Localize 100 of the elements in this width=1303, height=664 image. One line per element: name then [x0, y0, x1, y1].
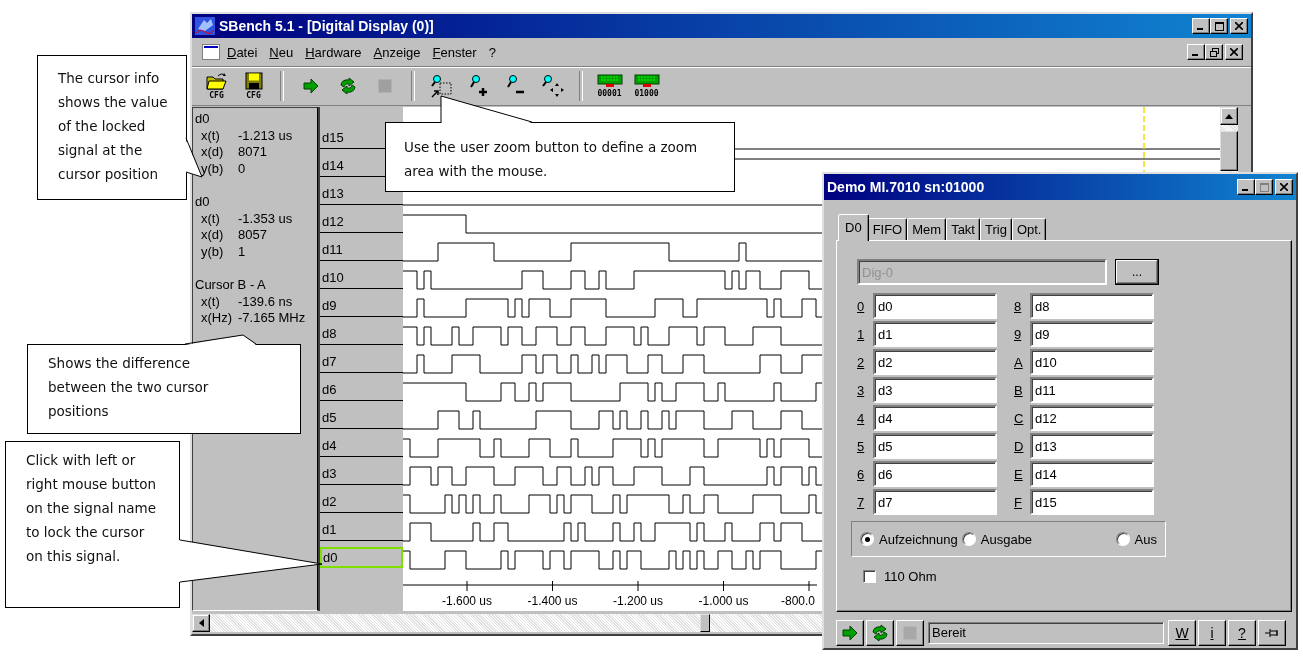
channel-name-field[interactable]: d12	[1030, 405, 1154, 431]
maximize-button[interactable]	[1210, 18, 1228, 34]
radio-button[interactable]	[860, 532, 874, 546]
channel-name-field[interactable]: d2	[873, 349, 997, 375]
channel-name-field[interactable]: d0	[873, 293, 997, 319]
menu-item[interactable]: ?	[483, 44, 501, 60]
radio-button[interactable]	[961, 532, 976, 546]
checkbox[interactable]	[863, 570, 876, 583]
folder-icon	[205, 72, 228, 90]
status-field: Bereit	[928, 622, 1164, 644]
callout-tooltip: Click with left or right mouse button on the signal name to lock the cursor on this signal.	[5, 441, 180, 608]
open-config-button[interactable]: CFG	[200, 69, 233, 103]
menu-item[interactable]: Datei	[222, 44, 263, 60]
channel-name-field[interactable]: d7	[873, 489, 997, 515]
app-logo-icon	[195, 17, 215, 35]
cursor-info-title: d0	[195, 111, 211, 128]
channel-name-field[interactable]: d3	[873, 377, 997, 403]
menu-item[interactable]: Anzeige	[368, 44, 426, 60]
channel-key: A	[1014, 354, 1026, 370]
menu-item[interactable]: Fenster	[427, 44, 482, 60]
channel-key: D	[1014, 438, 1026, 454]
channel-name-field[interactable]: d5	[873, 433, 997, 459]
cursor-info-title: d0	[195, 194, 211, 211]
channel-name-field[interactable]: d1	[873, 321, 997, 347]
axis-tick-label: -1.600 us	[442, 594, 492, 608]
tool-button[interactable]: ?	[1228, 620, 1256, 646]
termination-checkbox[interactable]: 110 Ohm	[863, 569, 937, 584]
channel-name-field[interactable]: d4	[873, 405, 997, 431]
tool-button[interactable]: i	[1198, 620, 1226, 646]
channel-key: C	[1014, 410, 1026, 426]
signal-name[interactable]: d0	[320, 547, 403, 568]
tab[interactable]: FIFO	[867, 218, 908, 240]
zoom-area-icon	[429, 74, 454, 98]
callout-pointer	[185, 137, 203, 178]
tab[interactable]: Takt	[946, 218, 980, 240]
up-arrow-icon	[1225, 113, 1233, 119]
window-title: SBench 5.1 - [Digital Display (0)]	[219, 18, 435, 34]
cursor-info-label: x(t)	[201, 210, 221, 227]
pin-button[interactable]	[1258, 620, 1286, 646]
channel-key: 8	[1014, 298, 1026, 314]
close-button[interactable]	[1225, 44, 1243, 60]
tab[interactable]: Trig	[979, 218, 1012, 240]
cursor-info-value: -1.213 us	[238, 127, 293, 144]
channel-name-field[interactable]: d10	[1030, 349, 1154, 375]
stop-icon	[377, 79, 392, 93]
channel-key: 5	[857, 438, 869, 454]
mode-radio[interactable]: Ausgabe	[961, 531, 1033, 547]
left-arrow-icon	[198, 619, 204, 627]
scrollbar-thumb[interactable]	[700, 614, 710, 632]
scrollbar-thumb[interactable]	[1220, 131, 1238, 171]
minimize-button[interactable]	[1187, 44, 1205, 60]
cursor-info-value: -139.6 ns	[238, 293, 293, 310]
close-button[interactable]	[1275, 179, 1293, 195]
axis-tick-label: -1.000 us	[698, 594, 749, 608]
cursor-info-value: -1.353 us	[238, 210, 293, 227]
browse-button[interactable]: ...	[1115, 259, 1159, 285]
tab[interactable]: D0	[838, 214, 869, 241]
channel-key: 7	[857, 494, 869, 510]
restore-button[interactable]	[1205, 44, 1223, 60]
cursor-info-title: Cursor B - A	[195, 277, 267, 294]
cursor-info-label: y(b)	[201, 160, 225, 177]
tab[interactable]: Opt.	[1011, 218, 1047, 240]
channel-key: 6	[857, 466, 869, 482]
minimize-button[interactable]	[1192, 18, 1210, 34]
tool-button[interactable]: W	[1168, 620, 1196, 646]
maximize-button[interactable]	[1255, 179, 1273, 195]
mode-radio[interactable]: Aus	[1115, 531, 1157, 547]
cursor-info-label: y(b)	[201, 243, 225, 260]
maximize-icon	[1259, 182, 1269, 192]
save-config-button[interactable]: CFG	[237, 69, 270, 103]
scroll-up-button[interactable]	[1220, 107, 1238, 125]
channel-name-field[interactable]: d9	[1030, 321, 1154, 347]
menu-item[interactable]: Neu	[264, 44, 299, 60]
document-icon[interactable]	[202, 44, 220, 60]
close-icon	[1235, 22, 1243, 30]
refresh-button[interactable]	[866, 620, 894, 646]
cursor-info-label: x(d)	[201, 227, 225, 244]
scroll-left-button[interactable]	[192, 614, 210, 632]
channel-name-field[interactable]: d13	[1030, 433, 1154, 459]
close-button[interactable]	[1230, 18, 1248, 34]
axis-tick-label: -800.0	[780, 594, 815, 608]
cursor-info-value: -7.165 MHz	[238, 310, 306, 327]
channel-name-field[interactable]: d14	[1030, 461, 1154, 487]
channel-name-field[interactable]: d15	[1030, 489, 1154, 515]
minimize-button[interactable]	[1237, 179, 1255, 195]
close-icon	[1280, 183, 1288, 191]
tab[interactable]: Mem	[907, 218, 947, 240]
menu-item[interactable]: Hardware	[300, 44, 367, 60]
run-button[interactable]	[836, 620, 864, 646]
channel-name-field[interactable]: d8	[1030, 293, 1154, 319]
zoom-move-icon	[540, 74, 565, 98]
board-button[interactable]: 00001	[593, 69, 626, 103]
channel-key: 2	[857, 354, 869, 370]
cursor-info-label: x(Hz)	[201, 310, 234, 327]
mode-radio[interactable]: Aufzeichnung	[860, 531, 958, 547]
channel-name-field[interactable]: d11	[1030, 377, 1154, 403]
radio-button[interactable]	[1115, 532, 1130, 546]
cursor-info-label: x(t)	[201, 127, 221, 144]
channel-name-field[interactable]: d6	[873, 461, 997, 487]
board-button[interactable]: 01000	[630, 69, 663, 103]
